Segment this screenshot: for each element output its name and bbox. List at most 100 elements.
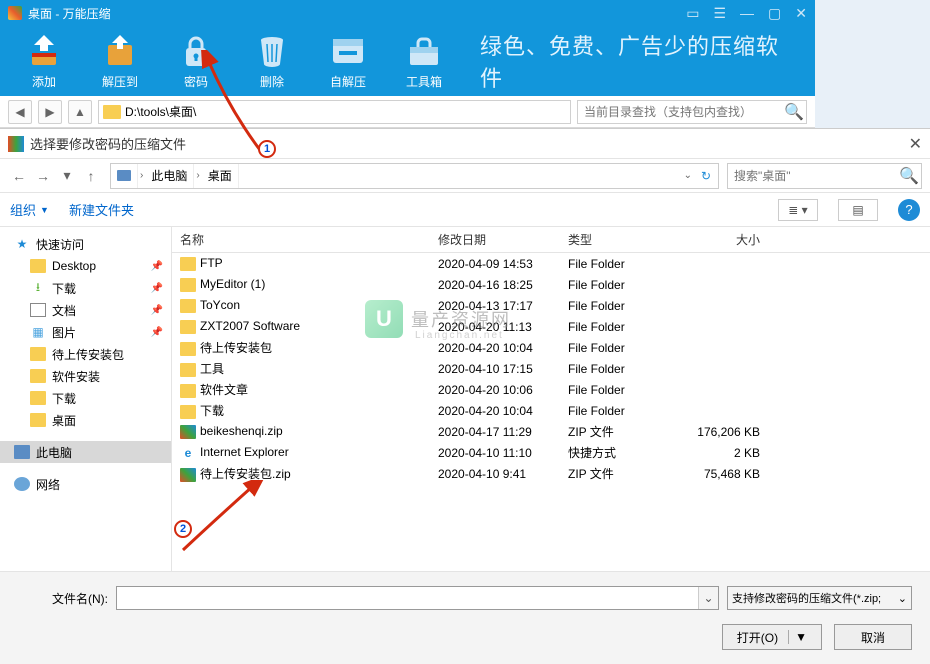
add-button[interactable]: 添加 [24,33,64,90]
dialog-body: ★快速访问Desktop📌⭳下载📌文档📌▦图片📌待上传安装包软件安装下载桌面此电… [0,227,930,571]
file-row[interactable]: 工具2020-04-10 17:15File Folder [172,358,930,379]
dialog-titlebar: 选择要修改密码的压缩文件 ✕ [0,129,930,159]
new-folder-button[interactable]: 新建文件夹 [69,200,134,219]
chevron-down-icon[interactable]: ⌄ [698,587,718,609]
window-title: 桌面 - 万能压缩 [28,5,686,22]
pin-icon: 📌 [151,305,163,316]
crumb-pc[interactable]: 此电脑 [145,164,194,188]
folder-icon [180,363,196,377]
column-headers[interactable]: 名称 修改日期 类型 大小 [172,227,930,253]
file-row[interactable]: 待上传安装包.zip2020-04-10 9:41ZIP 文件75,468 KB [172,463,930,484]
tree-node-图片[interactable]: ▦图片📌 [0,321,171,343]
star-icon: ★ [14,237,30,251]
nav-back-button[interactable]: ◀ [8,100,32,124]
nav-fwd-button[interactable]: ▶ [38,100,62,124]
dialog-footer: 文件名(N): ⌄ 支持修改密码的压缩文件(*.zip; ⌄ 打开(O)▼ 取消 [0,571,930,664]
tree-node-文档[interactable]: 文档📌 [0,299,171,321]
open-button[interactable]: 打开(O)▼ [722,624,822,650]
file-dialog: 选择要修改密码的压缩文件 ✕ ← → ▾ ↑ › 此电脑 › 桌面 ⌄ ↻ 🔍 … [0,128,930,648]
tree-node-下载[interactable]: ⭳下载📌 [0,277,171,299]
filetype-filter[interactable]: 支持修改密码的压缩文件(*.zip; ⌄ [727,586,912,610]
recent-button[interactable]: ▾ [56,165,78,187]
folder-tree[interactable]: ★快速访问Desktop📌⭳下载📌文档📌▦图片📌待上传安装包软件安装下载桌面此电… [0,227,172,571]
search-icon[interactable]: 🔍 [782,102,806,122]
col-date[interactable]: 修改日期 [430,231,560,248]
tree-node-Desktop[interactable]: Desktop📌 [0,255,171,277]
file-row[interactable]: 待上传安装包2020-04-20 10:04File Folder [172,337,930,358]
file-row[interactable]: 软件文章2020-04-20 10:06File Folder [172,379,930,400]
menu-icon[interactable]: ☰ [713,5,726,22]
view-list-button[interactable]: ≣ ▾ [778,199,818,221]
path-input[interactable] [125,105,570,119]
tree-node-此电脑[interactable]: 此电脑 [0,441,171,463]
delete-button[interactable]: 删除 [252,33,292,90]
maximize-icon[interactable]: ▢ [768,5,781,22]
file-row[interactable]: 下载2020-04-20 10:04File Folder [172,400,930,421]
folder-icon [30,391,46,405]
crumb-desktop[interactable]: 桌面 [202,164,239,188]
folder-icon [30,259,46,273]
chevron-right-icon[interactable]: › [194,170,201,181]
network-icon [14,477,30,491]
tree-node-待上传安装包[interactable]: 待上传安装包 [0,343,171,365]
dialog-nav: ← → ▾ ↑ › 此电脑 › 桌面 ⌄ ↻ 🔍 [0,159,930,193]
back-button[interactable]: ← [8,165,30,187]
address-bar[interactable] [98,100,571,124]
search-input[interactable] [578,105,782,119]
tree-node-桌面[interactable]: 桌面 [0,409,171,431]
sfx-icon [328,33,368,69]
pin-icon: 📌 [151,327,163,338]
slogan: 绿色、免费、广告少的压缩软件 [480,29,791,93]
app-window: 桌面 - 万能压缩 ▭ ☰ — ▢ ✕ 添加 解压到 密码 删除 自解压 [0,0,815,128]
view-preview-button[interactable]: ▤ [838,199,878,221]
tree-node-快速访问[interactable]: ★快速访问 [0,233,171,255]
close-icon[interactable]: ✕ [795,5,807,22]
tree-node-下载[interactable]: 下载 [0,387,171,409]
open-split-icon[interactable]: ▼ [788,630,813,644]
col-size[interactable]: 大小 [668,231,768,248]
filename-label: 文件名(N): [18,590,108,607]
pc-icon [14,445,30,459]
col-name[interactable]: 名称 [172,231,430,248]
file-row[interactable]: MyEditor (1)2020-04-16 18:25File Folder [172,274,930,295]
chevron-right-icon[interactable]: › [138,170,145,181]
cancel-button[interactable]: 取消 [834,624,912,650]
file-row[interactable]: ToYcon2020-04-13 17:17File Folder [172,295,930,316]
dialog-close-button[interactable]: ✕ [909,134,922,154]
file-row[interactable]: ZXT2007 Software2020-04-20 11:13File Fol… [172,316,930,337]
password-button[interactable]: 密码 [176,33,216,90]
add-icon [24,33,64,69]
tree-node-软件安装[interactable]: 软件安装 [0,365,171,387]
extract-button[interactable]: 解压到 [100,33,140,90]
folder-icon [30,347,46,361]
refresh-button[interactable]: ↻ [694,169,718,183]
tree-node-网络[interactable]: 网络 [0,473,171,495]
pic-icon: ▦ [30,325,46,339]
toolbar: 添加 解压到 密码 删除 自解压 工具箱 绿色、免费、广告少的压缩软件 [0,26,815,96]
search-box[interactable]: 🔍 [577,100,807,124]
search-icon[interactable]: 🔍 [897,166,921,186]
col-type[interactable]: 类型 [560,231,668,248]
chevron-down-icon[interactable]: ⌄ [682,170,694,181]
zip-icon [180,425,196,439]
filename-input[interactable] [117,587,698,609]
dialog-title: 选择要修改密码的压缩文件 [30,134,186,153]
up-button[interactable]: ↑ [80,165,102,187]
fwd-button[interactable]: → [32,165,54,187]
minimize-icon[interactable]: — [740,5,754,22]
folder-icon [180,405,196,419]
nav-up-button[interactable]: ▲ [68,100,92,124]
toolbox-button[interactable]: 工具箱 [404,33,444,90]
breadcrumb[interactable]: › 此电脑 › 桌面 ⌄ ↻ [110,163,719,189]
file-row[interactable]: beikeshenqi.zip2020-04-17 11:29ZIP 文件176… [172,421,930,442]
dialog-search-input[interactable] [728,169,897,183]
dialog-search[interactable]: 🔍 [727,163,922,189]
filename-combo[interactable]: ⌄ [116,586,719,610]
organize-menu[interactable]: 组织 ▼ [10,200,49,219]
file-row[interactable]: FTP2020-04-09 14:53File Folder [172,253,930,274]
chat-icon[interactable]: ▭ [686,5,699,22]
file-row[interactable]: eInternet Explorer2020-04-10 11:10快捷方式2 … [172,442,930,463]
pc-icon[interactable] [111,164,138,188]
sfx-button[interactable]: 自解压 [328,33,368,90]
help-button[interactable]: ? [898,199,920,221]
